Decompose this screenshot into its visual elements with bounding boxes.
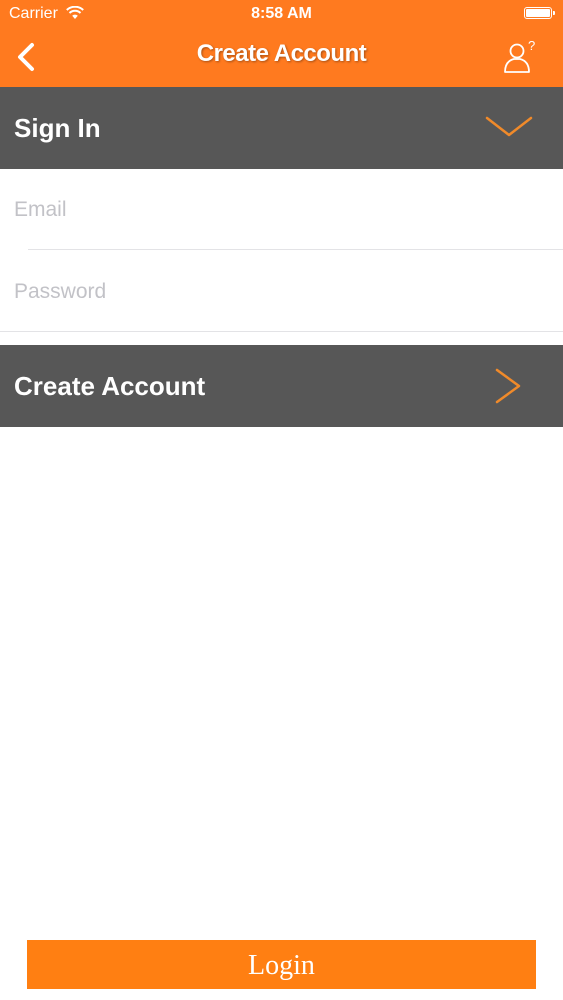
- status-bar: Carrier 8:58 AM: [0, 0, 563, 28]
- password-divider: [0, 331, 563, 332]
- sign-in-section-toggle[interactable]: Sign In: [0, 87, 563, 169]
- user-help-button[interactable]: ?: [503, 38, 539, 76]
- chevron-right-icon: [495, 368, 521, 404]
- password-field-row: [0, 252, 563, 332]
- create-account-label: Create Account: [14, 371, 206, 401]
- login-button[interactable]: Login: [27, 940, 536, 989]
- page-title: Create Account: [196, 40, 367, 67]
- clock-time: 8:58 AM: [251, 5, 312, 22]
- battery-icon: [524, 7, 555, 19]
- chevron-down-icon: [485, 116, 533, 137]
- svg-text:?: ?: [528, 38, 535, 53]
- user-help-icon: ?: [504, 38, 535, 73]
- email-divider: [28, 249, 563, 250]
- create-account-section[interactable]: Create Account: [0, 345, 563, 427]
- password-input[interactable]: [14, 252, 544, 332]
- email-input[interactable]: [14, 170, 544, 250]
- sign-in-label: Sign In: [14, 113, 101, 143]
- email-field-row: [0, 170, 563, 250]
- nav-header: Carrier 8:58 AM Create Account ?: [0, 0, 563, 87]
